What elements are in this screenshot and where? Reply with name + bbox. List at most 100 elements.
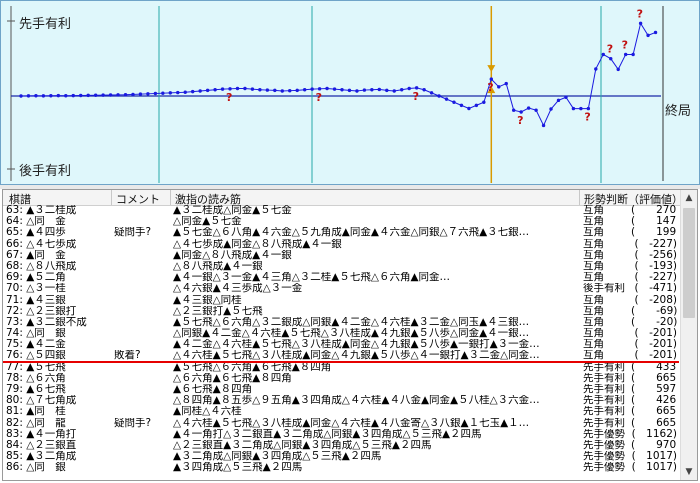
table-row[interactable]: 73: ▲３二銀不成 ▲５七飛△６六角△３二銀成△同銀▲４二金△４六桂▲３二金△同… bbox=[3, 317, 682, 328]
move-cell: 72: △２三銀打 bbox=[6, 305, 77, 317]
table-row[interactable]: 69: ▲５二角 ▲４一銀△３一金▲４三角△３二桂▲５七飛△６六角▲同金… 互角 ( … bbox=[3, 272, 682, 283]
table-row[interactable]: 64: △同 金 △同金▲５七金 互角 ( 147) bbox=[3, 216, 682, 227]
reading-cell: ▲６七飛▲８四角 bbox=[173, 384, 253, 395]
table-row[interactable]: 74: △同 銀 △同銀▲４二金△４六桂▲５七飛△３八桂成▲４九銀▲５八歩△同金▲… bbox=[3, 328, 682, 339]
graph-data-point bbox=[213, 88, 217, 92]
graph-data-point bbox=[310, 87, 314, 91]
value-cell: ( -471) bbox=[634, 283, 677, 295]
graph-data-point bbox=[205, 88, 210, 93]
evaluation-cell: 先手優勢 bbox=[583, 428, 625, 440]
table-row[interactable]: 85: ▲３二角成 ▲３二角成△同銀▲３四角成△５三飛▲２四馬 先手優勢 ( 1017… bbox=[3, 451, 682, 462]
move-cell: 66: △４七歩成 bbox=[6, 238, 77, 250]
question-mark-icon: ? bbox=[584, 111, 590, 124]
evaluation-cell: 先手優勢 bbox=[583, 462, 625, 474]
move-list[interactable]: 棋譜 コメント 激指の読み筋 形勢判断（評価値） 63: ▲３二桂成 ▲３二桂成△… bbox=[2, 189, 698, 481]
table-row[interactable]: 63: ▲３二桂成 ▲３二桂成△同金▲５七金 互角 ( 270) bbox=[3, 205, 682, 216]
graph-top-label: 先手有利 bbox=[19, 17, 72, 32]
table-row[interactable]: 75: ▲４二金 ▲４二金△４六桂▲５七飛△３八桂成▲同金△４九銀▲５八歩▲一銀打… bbox=[3, 339, 682, 350]
evaluation-cell: 互角 bbox=[583, 294, 604, 306]
graph-data-point bbox=[594, 67, 598, 71]
evaluation-cell: 先手有利 bbox=[583, 395, 625, 407]
table-row[interactable]: 71: ▲４三銀 ▲４三銀△同桂 互角 ( -208) bbox=[3, 295, 682, 306]
scroll-up-icon[interactable]: ▲ bbox=[681, 190, 697, 206]
evaluation-cell: 先手有利 bbox=[583, 372, 625, 384]
question-mark-icon: ? bbox=[226, 91, 232, 104]
table-row[interactable]: 80: △７七角成 △８四角▲８五歩△９五角▲３四角成△４六桂▲４八金▲同金▲５八… bbox=[3, 395, 682, 406]
table-row[interactable]: 67: ▲同 金 ▲同金△８八飛成▲４一銀 互角 ( -256) bbox=[3, 250, 682, 261]
graph-data-point bbox=[504, 81, 508, 86]
graph-data-point bbox=[250, 87, 255, 91]
graph-data-point bbox=[609, 56, 613, 61]
evaluation-cell: 先手有利 bbox=[583, 361, 625, 373]
graph-data-point bbox=[452, 100, 456, 104]
graph-data-point bbox=[556, 98, 561, 103]
graph-cursor-marker-icon bbox=[487, 65, 496, 73]
move-cell: 71: ▲４三銀 bbox=[6, 294, 66, 306]
table-row[interactable]: 72: △２三銀打 △２三銀打▲５七飛 互角 ( -69) bbox=[3, 306, 682, 317]
move-cell: 75: ▲４二金 bbox=[6, 339, 66, 351]
scroll-down-icon[interactable]: ▼ bbox=[681, 464, 697, 480]
evaluation-cell: 互角 bbox=[583, 305, 604, 317]
move-cell: 85: ▲３二角成 bbox=[6, 451, 77, 463]
table-row[interactable]: 66: △４七歩成 △４七歩成▲同金△８八飛成▲４一銀 互角 ( -227) bbox=[3, 239, 682, 250]
graph-data-point bbox=[123, 93, 128, 97]
reading-cell: △８八飛成▲４一銀 bbox=[173, 260, 263, 272]
graph-data-point bbox=[400, 88, 404, 92]
reading-cell: △４七歩成▲同金△８八飛成▲４一銀 bbox=[173, 238, 342, 250]
table-row[interactable]: 86: △同 銀 ▲３四角成△５三飛▲２四馬 先手優勢 ( 1017) bbox=[3, 462, 682, 473]
value-cell: ( -69) bbox=[631, 305, 677, 317]
move-cell: 79: ▲６七飛 bbox=[6, 384, 66, 395]
move-cell: 68: △８八飛成 bbox=[6, 260, 77, 272]
graph-data-point bbox=[444, 97, 449, 101]
move-cell: 84: △２三銀直 bbox=[6, 439, 77, 451]
graph-data-point bbox=[168, 91, 173, 95]
graph-data-point bbox=[332, 87, 337, 91]
graph-data-point bbox=[198, 89, 202, 93]
question-mark-icon: ? bbox=[316, 91, 322, 104]
value-cell: ( 426) bbox=[631, 395, 677, 407]
graph-data-point bbox=[302, 88, 307, 92]
table-row[interactable]: 65: ▲４四歩 疑問手? ▲５七金△６八角▲４六金△５九角成▲同金▲４六金△同銀△… bbox=[3, 227, 682, 238]
graph-data-point bbox=[34, 94, 38, 98]
graph-data-point bbox=[549, 107, 553, 111]
table-row[interactable]: 79: ▲６七飛 ▲６七飛▲８四角 先手有利 ( 597) bbox=[3, 384, 682, 395]
graph-data-point bbox=[534, 108, 538, 112]
table-row[interactable]: 78: △６六角 △６六角▲６七飛▲８四角 先手有利 ( 665) bbox=[3, 373, 682, 384]
graph-data-point bbox=[295, 88, 299, 93]
table-row[interactable]: 81: ▲同 桂 ▲同桂△４六桂 先手有利 ( 665) bbox=[3, 406, 682, 417]
graph-data-point bbox=[116, 93, 120, 97]
value-cell: ( 270) bbox=[631, 205, 677, 216]
evaluation-graph[interactable]: ????????? 先手有利 後手有利 終局 bbox=[0, 0, 700, 185]
evaluation-cell: 互角 bbox=[583, 249, 604, 261]
value-cell: ( -256) bbox=[634, 249, 677, 261]
value-cell: ( 970) bbox=[631, 439, 677, 451]
scroll-thumb[interactable] bbox=[683, 208, 695, 318]
reading-cell: △８四角▲８五歩△９五角▲３四角成△４六桂▲４八金▲同金▲５八桂△３六金… bbox=[173, 395, 540, 407]
graph-data-point bbox=[26, 94, 31, 98]
reading-cell: △６六角▲６七飛▲８四角 bbox=[173, 372, 292, 384]
move-cell: 64: △同 金 bbox=[6, 216, 66, 228]
table-row[interactable]: 84: △２三銀直 △２三銀直▲３二角成△同銀▲３四角成△５三飛▲２四馬 先手優勢 (… bbox=[3, 440, 682, 451]
evaluation-graph-canvas[interactable]: ????????? bbox=[1, 1, 700, 186]
question-mark-icon: ? bbox=[487, 81, 493, 94]
value-cell: ( 665) bbox=[631, 372, 677, 384]
move-cell: 81: ▲同 桂 bbox=[6, 406, 66, 418]
reading-cell: △２三銀直▲３二角成△同銀▲３四角成△５三飛▲２四馬 bbox=[173, 439, 432, 451]
vertical-scrollbar[interactable]: ▲ ▼ bbox=[680, 190, 697, 480]
table-row[interactable]: 83: ▲４一角打 ▲４一角打△３二銀直▲３二角成△同銀▲３四角成△５三飛▲２四馬… bbox=[3, 429, 682, 440]
reading-cell: △４六銀▲４三歩成△３一金 bbox=[173, 283, 303, 295]
table-row[interactable]: 68: △８八飛成 △８八飛成▲４一銀 互角 ( -193) bbox=[3, 261, 682, 272]
move-list-header: 棋譜 コメント 激指の読み筋 形勢判断（評価値） bbox=[3, 190, 683, 206]
table-row[interactable]: 77: ▲５七飛 ▲５七飛△６六角▲６七飛▲８四角 先手有利 ( 433) bbox=[3, 362, 682, 373]
table-row[interactable]: 70: △３一桂 △４六銀▲４三歩成△３一金 後手有利 ( -471) bbox=[3, 283, 682, 294]
graph-data-point bbox=[49, 94, 53, 98]
table-row[interactable]: 82: △同 龍 疑問手? △４六桂▲５七飛△３八桂成▲同金△４六桂▲４八金寄△３八… bbox=[3, 418, 682, 429]
move-cell: 77: ▲５七飛 bbox=[6, 361, 66, 373]
graph-data-point bbox=[161, 91, 165, 95]
move-cell: 83: ▲４一角打 bbox=[6, 428, 77, 440]
value-cell: ( 147) bbox=[631, 216, 677, 228]
graph-data-point bbox=[497, 85, 501, 89]
graph-data-point bbox=[19, 94, 23, 98]
graph-data-point bbox=[265, 88, 270, 92]
comment-cell: 疑問手? bbox=[114, 417, 152, 429]
